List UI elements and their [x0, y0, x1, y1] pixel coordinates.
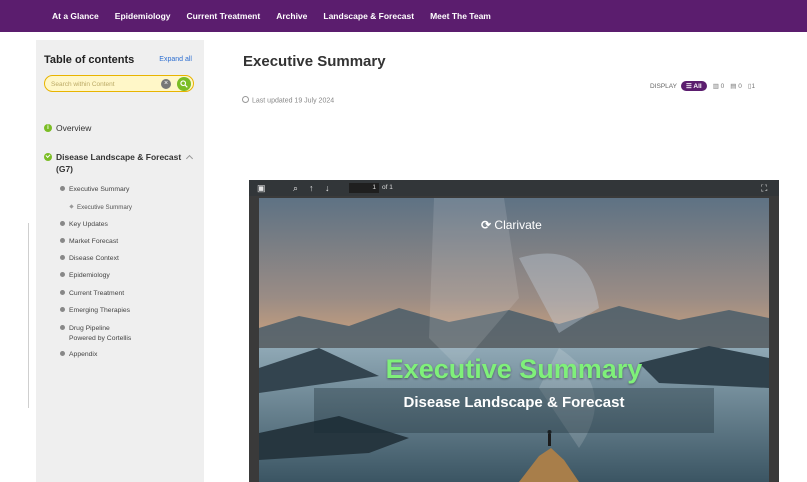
- display-label: DISPLAY: [650, 82, 677, 90]
- pdf-page: ⟳ Clarivate Executive Summary Disease La…: [259, 198, 769, 482]
- table-icon: ▤: [730, 83, 737, 90]
- bullet-icon: [60, 289, 65, 295]
- clear-search-icon[interactable]: ×: [161, 79, 171, 89]
- last-updated: Last updated 19 July 2024: [242, 96, 335, 105]
- display-charts-button[interactable]: ▥ 0: [713, 82, 725, 90]
- toc-market-forecast[interactable]: Market Forecast: [60, 237, 119, 245]
- display-all-label: All: [693, 83, 702, 90]
- chart-icon: ▥: [712, 83, 719, 90]
- toc-section-disease-landscape[interactable]: Disease Landscape & Forecast: [44, 152, 194, 163]
- toc-drug-pipeline-label: Drug Pipeline: [69, 325, 110, 332]
- bullet-icon: [60, 271, 65, 277]
- bullet-icon: [60, 237, 65, 243]
- bullet-icon: [60, 306, 65, 312]
- nav-landscape-forecast[interactable]: Landscape & Forecast: [323, 11, 414, 21]
- clarivate-logo-icon: ⟳: [481, 218, 492, 232]
- bullet-icon: [60, 220, 65, 226]
- sidebar-toggle-icon[interactable]: ▣: [257, 183, 266, 193]
- nav-current-treatment[interactable]: Current Treatment: [187, 11, 261, 21]
- display-docs-button[interactable]: ▯1: [748, 82, 755, 90]
- top-nav: At a Glance Epidemiology Current Treatme…: [0, 0, 807, 32]
- display-all-button[interactable]: ☰ All: [680, 81, 707, 91]
- bullet-icon: [60, 254, 65, 260]
- nav-meet-the-team[interactable]: Meet The Team: [430, 11, 491, 21]
- toc-executive-summary-child-label: Executive Summary: [77, 204, 133, 211]
- search-icon[interactable]: ⌕: [293, 183, 298, 193]
- bullet-icon: [60, 324, 65, 330]
- toc-emerging-therapies[interactable]: Emerging Therapies: [60, 306, 131, 314]
- toc-search-input[interactable]: [51, 78, 161, 90]
- tables-count: 0: [738, 83, 742, 90]
- toc-executive-summary-child[interactable]: Executive Summary: [69, 204, 133, 211]
- toc-market-forecast-label: Market Forecast: [69, 238, 119, 245]
- fullscreen-icon[interactable]: ⛶: [761, 183, 767, 193]
- toc-executive-summary-label: Executive Summary: [69, 186, 130, 193]
- page-number-input[interactable]: 1: [349, 183, 379, 193]
- toc-current-treatment[interactable]: Current Treatment: [60, 289, 125, 297]
- clarivate-logo: ⟳ Clarivate: [481, 218, 542, 232]
- last-updated-text: Last updated 19 July 2024: [252, 97, 335, 105]
- search-button[interactable]: [177, 77, 191, 91]
- charts-count: 0: [720, 83, 725, 90]
- nav-at-a-glance[interactable]: At a Glance: [52, 11, 99, 21]
- toc-executive-summary[interactable]: Executive Summary: [60, 185, 130, 193]
- expand-all-link[interactable]: Expand all: [159, 56, 192, 63]
- toc-epidemiology-label: Epidemiology: [69, 272, 110, 279]
- toc-drug-pipeline-powered: Powered by Cortellis: [69, 335, 132, 342]
- display-tables-button[interactable]: ▤ 0: [730, 82, 742, 90]
- arrow-up-icon[interactable]: ↑: [309, 183, 314, 193]
- slide-background: [259, 198, 769, 482]
- pdf-viewer: ▣ ⌕ ↑ ↓ 1 of 1 ⛶ ⟳ Clarivate Executive S…: [249, 180, 779, 482]
- bullet-icon: [60, 185, 65, 191]
- search-icon: [180, 80, 188, 88]
- docs-count: 1: [751, 83, 756, 90]
- toc-drug-pipeline[interactable]: Drug Pipeline: [60, 324, 110, 332]
- toc-appendix[interactable]: Appendix: [60, 350, 98, 358]
- info-icon: i: [44, 123, 52, 132]
- toc-epidemiology[interactable]: Epidemiology: [60, 271, 110, 279]
- toc-overview[interactable]: i Overview: [44, 123, 91, 133]
- page-count: of 1: [382, 184, 393, 191]
- toc-current-treatment-label: Current Treatment: [69, 290, 125, 297]
- toc-appendix-label: Appendix: [69, 351, 98, 358]
- toc-search: ×: [44, 75, 194, 92]
- toc-section-label: Disease Landscape & Forecast: [56, 152, 182, 162]
- toc-disease-context[interactable]: Disease Context: [60, 254, 119, 262]
- nav-archive[interactable]: Archive: [276, 11, 307, 21]
- toc-disease-context-label: Disease Context: [69, 255, 119, 262]
- nav-epidemiology[interactable]: Epidemiology: [115, 11, 171, 21]
- slide-subtitle: Disease Landscape & Forecast: [403, 394, 625, 411]
- toc-key-updates[interactable]: Key Updates: [60, 220, 108, 228]
- slide-title: Executive Summary: [385, 354, 643, 384]
- bullet-icon: [69, 204, 74, 209]
- toc-title: Table of contents: [44, 54, 135, 66]
- toc-sidebar: Table of contents Expand all × i Overview…: [28, 40, 204, 482]
- check-icon: [44, 152, 52, 161]
- toc-overview-label: Overview: [56, 123, 92, 133]
- toc-key-updates-label: Key Updates: [69, 221, 108, 228]
- arrow-down-icon[interactable]: ↓: [325, 183, 330, 193]
- chevron-up-icon[interactable]: [186, 154, 194, 163]
- display-filter: DISPLAY ☰ All ▥ 0 ▤ 0 ▯1: [650, 80, 761, 92]
- viewer-toolbar: ▣ ⌕ ↑ ↓ 1 of 1 ⛶: [249, 180, 779, 196]
- toc-emerging-therapies-label: Emerging Therapies: [69, 307, 131, 314]
- page-title: Executive Summary: [243, 53, 386, 70]
- tree-line: [28, 223, 29, 408]
- clock-icon: [242, 96, 249, 103]
- toc-section-g7: (G7): [56, 164, 73, 174]
- brand-text: Clarivate: [494, 218, 542, 232]
- bullet-icon: [60, 350, 65, 356]
